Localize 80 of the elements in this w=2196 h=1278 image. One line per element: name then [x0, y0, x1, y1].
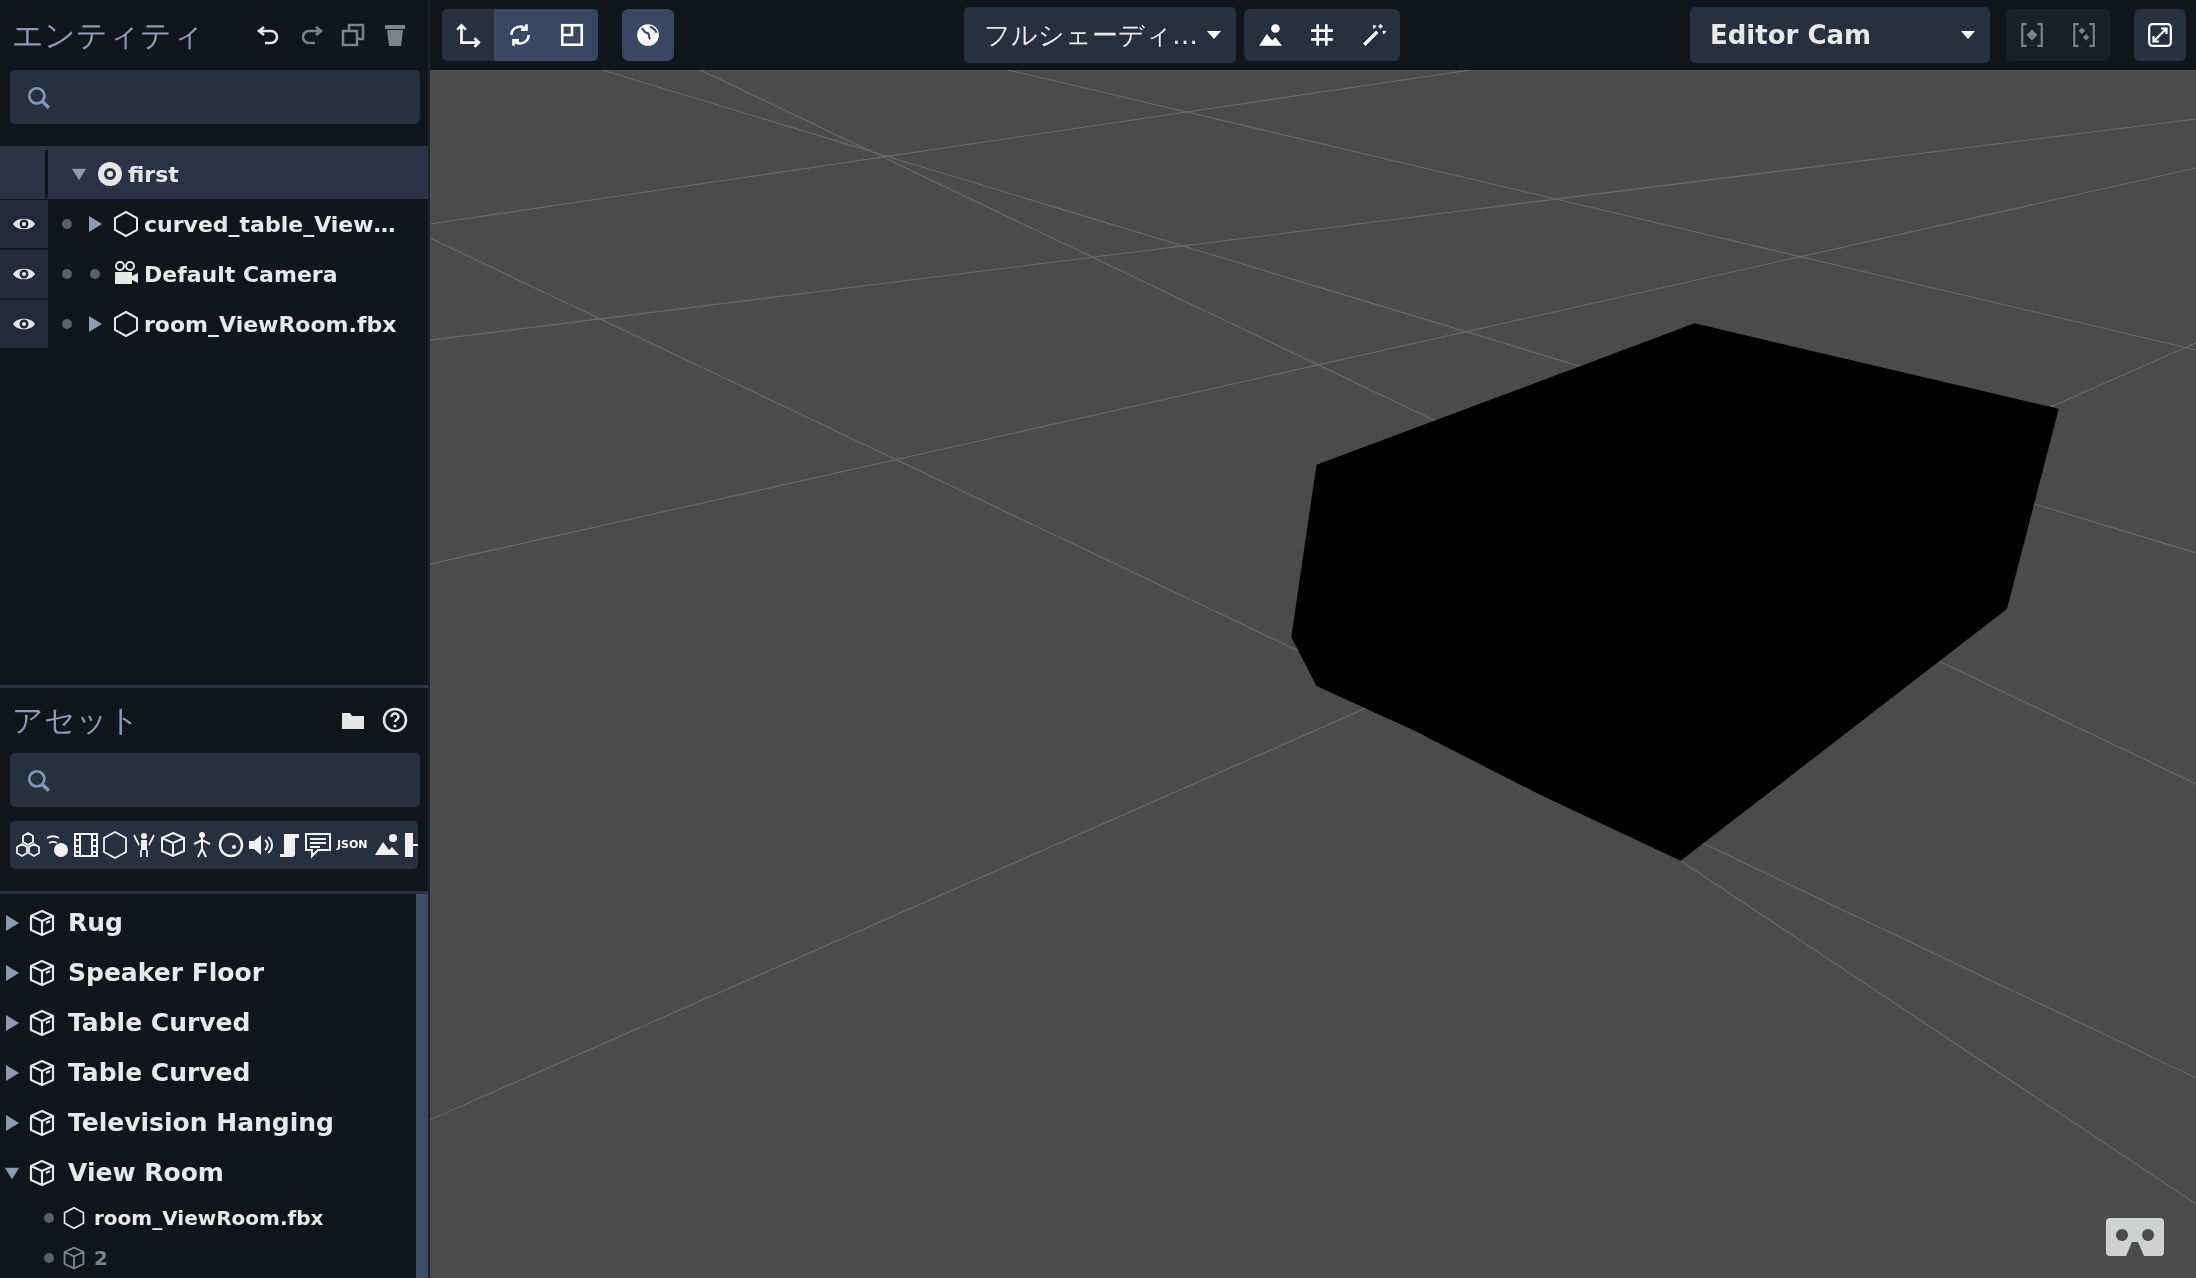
status-dot	[62, 269, 72, 279]
hexagon-icon	[62, 1206, 86, 1230]
help-icon[interactable]	[382, 707, 408, 734]
expand-arrow-icon[interactable]	[4, 914, 20, 932]
expand-arrow-icon[interactable]	[4, 1064, 20, 1082]
asset-row[interactable]: Table Curved	[0, 998, 416, 1048]
asset-name: 2	[94, 1245, 108, 1272]
move-axes-icon	[455, 22, 481, 48]
package-icon	[28, 1109, 56, 1137]
hexagon-icon	[112, 210, 140, 238]
rotate-icon	[507, 22, 533, 48]
search-field[interactable]	[10, 70, 420, 124]
panel-title: アセット	[12, 701, 140, 741]
search-field[interactable]	[10, 752, 420, 807]
entity-name: Default Camera	[144, 260, 338, 289]
expand-arrow-icon[interactable]	[4, 1014, 20, 1032]
panel-title: エンティティ	[12, 15, 204, 55]
fullscreen-button[interactable]	[2134, 9, 2186, 61]
grid-icon	[1309, 22, 1335, 48]
asset-name: room_ViewRoom.fbx	[94, 1205, 324, 1232]
tree-row[interactable]: Default Camera	[0, 249, 428, 299]
asset-name: Speaker Floor	[68, 957, 264, 990]
search-icon	[26, 767, 52, 794]
tool-button[interactable]	[442, 9, 494, 61]
package-icon	[28, 1009, 56, 1037]
entity-name: first	[128, 160, 179, 189]
scale-icon	[559, 22, 585, 48]
tree-row[interactable]: curved_table_View…	[0, 199, 428, 249]
focus-bracket-icon	[2019, 22, 2045, 48]
status-dot	[62, 319, 72, 329]
world-space-button[interactable]	[622, 9, 674, 61]
target-icon	[96, 160, 124, 188]
asset-row[interactable]: View Room	[0, 1148, 416, 1198]
vr-headset-icon[interactable]	[2106, 1218, 2164, 1256]
asset-row[interactable]: Table Curved	[0, 1048, 416, 1098]
hexagon-icon[interactable]	[101, 829, 129, 860]
status-dot	[44, 1253, 54, 1263]
asset-row[interactable]: Speaker Floor	[0, 948, 416, 998]
focus-bracket-icon	[2071, 22, 2097, 48]
tree-row[interactable]: first	[0, 149, 428, 199]
duplicate-icon[interactable]	[340, 22, 366, 48]
entity-name: curved_table_View…	[144, 210, 396, 239]
status-dot	[44, 1213, 54, 1223]
status-dot	[90, 269, 100, 279]
shading-dropdown[interactable]: フルシェーディ…	[964, 7, 1236, 63]
cube-icon[interactable]	[159, 829, 187, 860]
asset-row[interactable]: room_ViewRoom.fbx	[0, 1198, 416, 1238]
scrollbar[interactable]	[416, 894, 428, 1278]
tree-row[interactable]: room_ViewRoom.fbx	[0, 299, 428, 349]
camera-dropdown[interactable]: Editor Cam	[1690, 7, 1990, 63]
entity-name: room_ViewRoom.fbx	[144, 310, 397, 339]
package-icon	[28, 959, 56, 987]
asset-name: Rug	[68, 907, 123, 940]
magic-wand-icon	[1361, 22, 1387, 48]
cubes-icon[interactable]	[14, 829, 42, 860]
asset-row[interactable]: Rug	[0, 898, 416, 948]
tool-button[interactable]	[494, 9, 546, 61]
trash-icon[interactable]	[382, 22, 408, 48]
asset-row[interactable]: Television Hanging	[0, 1098, 416, 1148]
expand-arrow-icon[interactable]	[87, 315, 103, 333]
package-icon	[28, 1059, 56, 1087]
asset-name: View Room	[68, 1157, 224, 1190]
asset-name: Table Curved	[68, 1007, 251, 1040]
expand-arrow-icon[interactable]	[87, 215, 103, 233]
package-icon	[28, 909, 56, 937]
asset-name: Table Curved	[68, 1057, 251, 1090]
expand-arrow-icon[interactable]	[4, 964, 20, 982]
filter-json[interactable]: JSON	[337, 836, 368, 854]
caret-icon	[1960, 30, 1976, 40]
package-icon	[28, 1159, 56, 1187]
asset-name: Television Hanging	[68, 1107, 334, 1140]
tool-button[interactable]	[546, 9, 598, 61]
status-dot	[62, 219, 72, 229]
caret-icon	[1206, 30, 1222, 40]
expand-icon	[2147, 22, 2173, 48]
search-icon	[26, 85, 52, 111]
expand-arrow-icon[interactable]	[4, 1114, 20, 1132]
hexagon-icon	[112, 310, 140, 338]
mountain-icon	[1257, 22, 1283, 48]
cube-icon	[62, 1246, 86, 1270]
